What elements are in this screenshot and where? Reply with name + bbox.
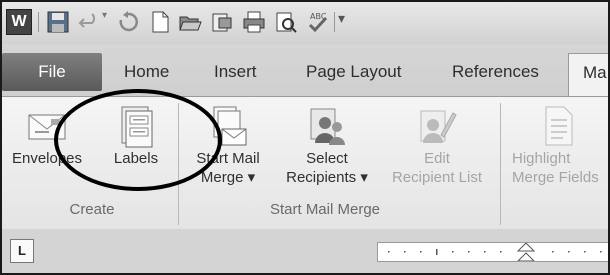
start-mail-merge-button[interactable]: Start Mail Merge ▾ <box>186 105 270 187</box>
highlight-merge-fields-label-line1: Highlight <box>512 150 571 167</box>
tab-home[interactable]: Home <box>124 53 169 91</box>
quick-access-toolbar: W ▾ ABC ▾ <box>2 2 608 44</box>
labels-button[interactable]: Labels <box>104 105 168 168</box>
tab-mailings[interactable]: Ma <box>568 53 608 97</box>
tab-insert[interactable]: Insert <box>214 53 257 91</box>
select-recipients-label-line1: Select <box>306 150 348 167</box>
redo-icon[interactable] <box>116 10 140 34</box>
edit-recipient-list-icon <box>417 105 457 149</box>
group-label-create: Create <box>69 201 115 218</box>
spelling-icon[interactable]: ABC <box>306 10 330 34</box>
print-preview-icon[interactable] <box>210 10 234 34</box>
envelope-icon <box>27 105 67 149</box>
envelopes-button[interactable]: Envelopes <box>4 105 90 168</box>
save-icon[interactable] <box>46 10 70 34</box>
labels-label: Labels <box>113 150 159 167</box>
horizontal-ruler[interactable] <box>377 242 608 262</box>
edit-recipient-list-label-line2: Recipient List <box>391 169 483 186</box>
highlight-merge-fields-label-line2: Merge Fields <box>512 169 599 186</box>
edit-recipient-list-button[interactable]: Edit Recipient List <box>380 105 494 187</box>
new-document-icon[interactable] <box>148 10 172 34</box>
zoom-icon[interactable] <box>274 10 298 34</box>
toolbar-divider <box>38 12 39 32</box>
group-label-start-mail-merge: Start Mail Merge <box>269 201 381 218</box>
select-recipients-label-line2: Recipients ▾ <box>286 169 368 186</box>
select-recipients-button[interactable]: Select Recipients ▾ <box>274 105 380 187</box>
ruler-bar: L <box>2 229 608 273</box>
undo-icon[interactable] <box>78 10 102 34</box>
highlight-merge-fields-button[interactable]: Highlight Merge Fields <box>508 105 608 187</box>
open-folder-icon[interactable] <box>178 10 202 34</box>
start-mail-merge-icon <box>208 105 248 149</box>
start-mail-merge-label-line2: Merge ▾ <box>200 169 256 186</box>
customize-toolbar-icon[interactable]: ▾ <box>338 10 362 34</box>
ribbon-tabs: File Home Insert Page Layout References … <box>2 44 608 97</box>
highlight-merge-fields-icon <box>538 105 578 149</box>
toolbar-divider <box>334 12 335 32</box>
undo-dropdown-icon[interactable]: ▾ <box>102 10 112 34</box>
labels-icon <box>116 105 156 149</box>
edit-recipient-list-label-line1: Edit <box>424 150 450 167</box>
start-mail-merge-label-line1: Start Mail <box>196 150 260 167</box>
word-logo-icon[interactable]: W <box>6 9 32 35</box>
envelopes-label: Envelopes <box>11 150 83 167</box>
select-recipients-icon <box>307 105 347 149</box>
hanging-indent-marker-icon <box>516 252 536 262</box>
print-icon[interactable] <box>242 10 266 34</box>
tab-page-layout[interactable]: Page Layout <box>306 53 401 91</box>
tab-selector-button[interactable]: L <box>10 239 34 263</box>
group-divider <box>500 103 501 225</box>
ribbon-panel: Envelopes Labels Create Start Mail Merge… <box>2 96 608 230</box>
tab-references[interactable]: References <box>452 53 539 91</box>
word-window: W ▾ ABC ▾ File Home Insert Page Layout R… <box>0 0 610 275</box>
tab-file[interactable]: File <box>2 53 102 91</box>
group-divider <box>178 103 179 225</box>
first-line-indent-marker-icon <box>516 242 536 252</box>
